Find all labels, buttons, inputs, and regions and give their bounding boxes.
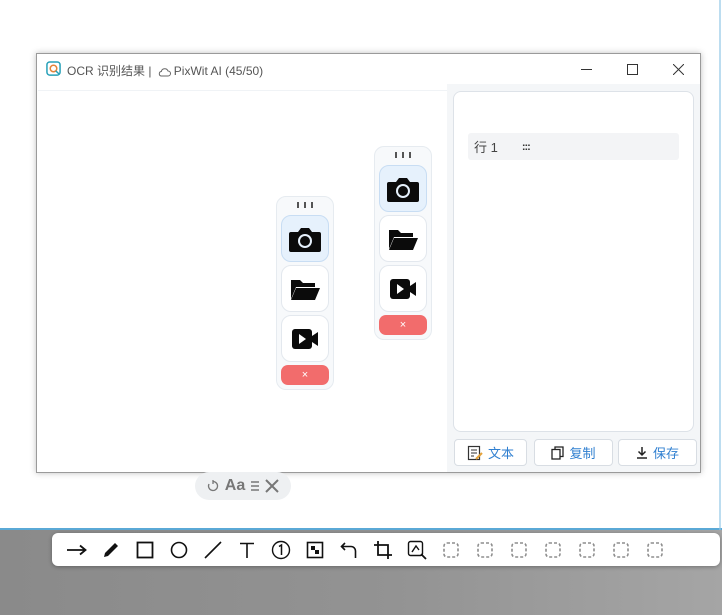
ellipse-tool[interactable] [162,535,196,565]
camera-button[interactable] [379,165,427,212]
list-icon[interactable] [251,480,260,492]
rotate-icon[interactable] [207,480,219,492]
arrow-tool[interactable] [60,535,94,565]
close-panel-button[interactable]: × [281,365,329,385]
cloud-icon [158,68,171,77]
blurred-tool-icon [477,541,493,558]
tool-slot-15[interactable] [536,535,570,565]
undo-icon [340,541,357,558]
circle-icon [170,541,188,558]
copy-button[interactable]: 复制 [534,439,613,466]
close-button[interactable] [655,54,701,84]
tool-slot-18[interactable] [638,535,672,565]
record-video-button[interactable] [379,265,427,312]
app-logo-icon [46,61,61,76]
text-tool[interactable] [230,535,264,565]
blurred-tool-icon [579,541,595,558]
drag-handle-icon[interactable] [375,147,431,163]
capture-panel-left: × [276,196,334,390]
blurred-tool-icon [545,541,561,558]
tool-slot-13[interactable] [468,535,502,565]
undo-tool[interactable] [332,535,366,565]
line-icon [204,540,222,559]
screenshot-toolbar [52,533,720,566]
mosaic-tool[interactable] [298,535,332,565]
text-button-label: 文本 [487,446,514,461]
video-icon [292,328,318,349]
pen-tool[interactable] [94,535,128,565]
download-icon [636,446,647,459]
drag-handle-icon[interactable] [277,197,333,213]
number-tool[interactable] [264,535,298,565]
save-button[interactable]: 保存 [618,439,697,466]
ocr-tool[interactable] [400,535,434,565]
row-value[interactable]: ::: [522,141,531,153]
window-title: OCR 识别结果 | PixWit AI (45/50) [67,62,263,79]
open-folder-button[interactable] [379,215,427,262]
result-row[interactable]: 行 1 ::: [468,133,679,160]
window-title-text: OCR 识别结果 | [67,64,155,78]
pen-icon [104,542,118,557]
camera-icon [289,227,321,252]
maximize-button[interactable] [609,54,655,84]
tool-slot-14[interactable] [502,535,536,565]
copy-icon [551,445,565,460]
blurred-tool-icon [511,541,527,558]
text-icon [240,542,254,558]
selection-border-right [719,0,721,530]
text-button[interactable]: 文本 [454,439,527,466]
minimize-button[interactable] [563,54,609,84]
tool-slot-16[interactable] [570,535,604,565]
maximize-icon [626,63,638,75]
tool-slot-17[interactable] [604,535,638,565]
save-button-label: 保存 [652,446,679,461]
tool-slot-12[interactable] [434,535,468,565]
camera-icon [387,177,419,202]
selection-border [0,528,722,530]
video-icon [390,278,416,299]
minimize-icon [580,68,592,70]
capture-panel-right: × [374,146,432,340]
record-video-button[interactable] [281,315,329,362]
result-list: 行 1 ::: [453,91,694,432]
open-folder-button[interactable] [281,265,329,312]
mosaic-icon [306,541,324,558]
row-label: 行 1 [474,140,498,155]
arrow-icon [67,544,87,555]
close-overlay-icon[interactable] [265,479,279,493]
line-tool[interactable] [196,535,230,565]
blurred-tool-icon [443,541,459,558]
text-overlay-toolbar: Aa [195,472,291,500]
ocr-scan-icon [407,540,427,560]
document-edit-icon [467,445,483,460]
image-preview: × × Aa [38,90,447,500]
font-size-button[interactable]: Aa [225,477,245,495]
folder-open-icon [291,279,320,300]
blurred-tool-icon [613,541,629,558]
close-icon [672,63,684,75]
crop-icon [374,540,392,559]
blurred-tool-icon [647,541,663,558]
numbered-marker-icon [271,540,291,559]
copy-button-label: 复制 [569,446,596,461]
close-panel-button[interactable]: × [379,315,427,335]
titlebar[interactable]: OCR 识别结果 | PixWit AI (45/50) [37,54,700,84]
camera-button[interactable] [281,215,329,262]
rectangle-tool[interactable] [128,535,162,565]
crop-tool[interactable] [366,535,400,565]
folder-open-icon [389,229,418,250]
ocr-result-window: OCR 识别结果 | PixWit AI (45/50) × × Aa 行 1 … [36,53,701,500]
rectangle-icon [136,541,154,558]
ai-quota-label: PixWit AI (45/50) [173,64,264,78]
